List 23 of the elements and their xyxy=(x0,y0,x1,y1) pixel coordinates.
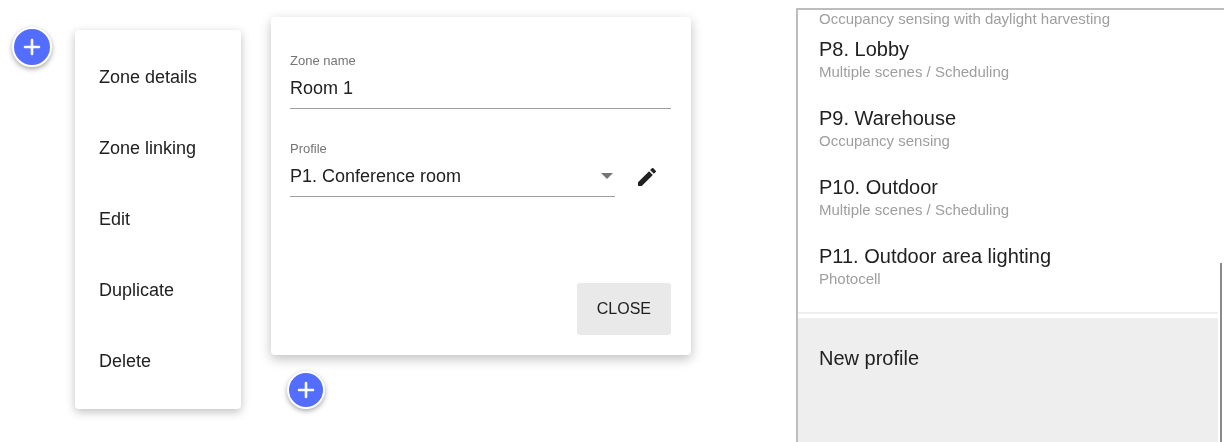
plus-icon xyxy=(23,38,41,56)
close-button[interactable]: CLOSE xyxy=(576,283,671,335)
menu-item[interactable]: Duplicate xyxy=(75,255,241,326)
profile-item[interactable]: P9. Warehouse Occupancy sensing xyxy=(798,91,1224,160)
new-profile-item[interactable]: New profile xyxy=(798,318,1218,442)
profile-dropdown[interactable]: P1. Conference room xyxy=(290,157,615,197)
profile-item[interactable]: P8. Lobby Multiple scenes / Scheduling xyxy=(798,28,1224,91)
profile-item[interactable]: P11. Outdoor area lighting Photocell xyxy=(798,229,1224,298)
field-label: Profile xyxy=(290,141,328,157)
menu-item[interactable]: Delete xyxy=(75,326,241,397)
zone-name-field[interactable]: Room 1 xyxy=(290,69,671,109)
add-button[interactable] xyxy=(287,371,325,409)
plus-icon xyxy=(297,381,315,399)
menu-item[interactable]: Edit xyxy=(75,184,241,255)
caret-icon xyxy=(601,173,613,179)
scrollbar[interactable] xyxy=(1220,263,1222,442)
pencil-icon[interactable] xyxy=(635,165,659,189)
profile-item[interactable]: P10. Outdoor Multiple scenes / Scheduling xyxy=(798,160,1224,229)
profile-description: Occupancy sensing with daylight harvesting xyxy=(818,10,1111,28)
menu-item[interactable]: Zone details xyxy=(75,42,241,113)
add-button[interactable] xyxy=(12,27,52,67)
field-label: Zone name xyxy=(290,53,357,69)
menu-item[interactable]: Zone linking xyxy=(75,113,241,184)
